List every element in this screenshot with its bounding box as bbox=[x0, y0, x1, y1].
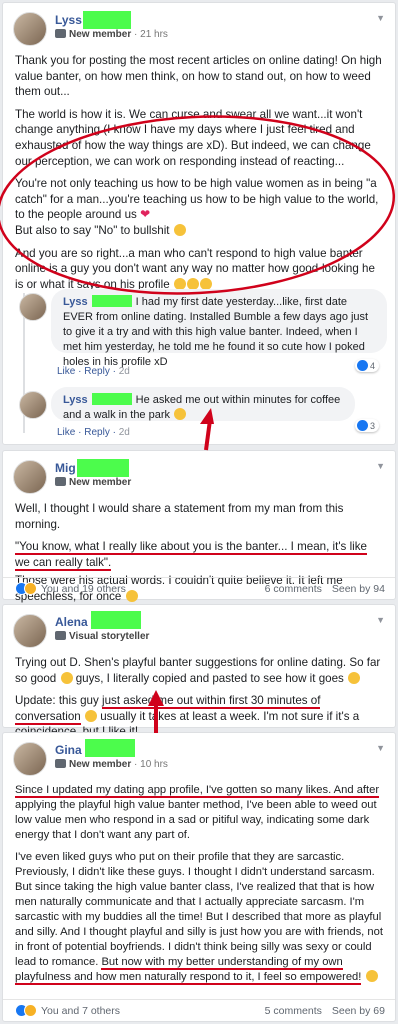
comment-bubble: Lyss I had my first date yesterday...like… bbox=[51, 289, 387, 368]
member-badge-icon bbox=[55, 759, 66, 768]
thinking-emoji-icon bbox=[84, 709, 97, 722]
post-card-alena: Alena Visual storyteller ▼ Trying out D.… bbox=[2, 604, 396, 738]
comment-reactions[interactable]: 3 bbox=[355, 419, 380, 432]
comments-count[interactable]: 5 comments bbox=[265, 1005, 322, 1017]
haha-reaction-icon bbox=[24, 1004, 37, 1017]
avatar[interactable] bbox=[13, 742, 47, 776]
comments-count[interactable]: 6 comments bbox=[265, 583, 322, 595]
comment-actions: Like · Reply · 2d bbox=[57, 366, 130, 377]
post-footer: You and 19 others 6 comments Seen by 94 bbox=[3, 577, 395, 599]
member-badge-icon bbox=[55, 29, 66, 38]
post-header: Gina New member · 10 hrs ▼ bbox=[3, 733, 395, 783]
redaction-box bbox=[91, 393, 132, 405]
seen-count[interactable]: Seen by 69 bbox=[332, 1005, 385, 1017]
post-body: Trying out D. Shen's playful banter sugg… bbox=[15, 656, 381, 738]
author-name[interactable]: Mig bbox=[55, 461, 76, 475]
redaction-box bbox=[85, 739, 135, 757]
visual-storyteller-badge-icon bbox=[55, 631, 66, 640]
haha-reaction-icon bbox=[24, 582, 37, 595]
avatar[interactable] bbox=[13, 460, 47, 494]
author-name[interactable]: Alena bbox=[55, 615, 88, 629]
post-time[interactable]: 21 hrs bbox=[140, 29, 168, 40]
rofl-emoji-icon bbox=[60, 671, 73, 684]
post-card-lyss: Lyss New member · 21 hrs ▼ Thank you for… bbox=[2, 2, 396, 445]
post-stats: 5 comments Seen by 69 bbox=[255, 1005, 385, 1017]
redaction-box bbox=[91, 611, 141, 629]
reaction-summary[interactable]: You and 7 others bbox=[15, 1004, 120, 1017]
chevron-down-icon[interactable]: ▼ bbox=[376, 13, 385, 23]
like-reaction-icon bbox=[357, 420, 368, 431]
laugh-emoji-icon bbox=[186, 277, 199, 290]
comment-bubble: Lyss He asked me out within minutes for c… bbox=[51, 387, 355, 421]
redaction-box bbox=[77, 459, 129, 477]
laugh-emoji-icon bbox=[173, 277, 186, 290]
grin-emoji-icon bbox=[348, 671, 361, 684]
author-name[interactable]: Gina bbox=[55, 743, 82, 757]
author-name[interactable]: Lyss bbox=[55, 13, 82, 27]
reply-link[interactable]: Reply bbox=[84, 366, 110, 377]
post-header: Alena Visual storyteller ▼ bbox=[3, 605, 395, 655]
post-footer: You and 7 others 5 comments Seen by 69 bbox=[3, 999, 395, 1021]
member-role: New member · 21 hrs bbox=[55, 29, 168, 40]
member-role: Visual storyteller bbox=[55, 631, 149, 642]
member-role: New member bbox=[55, 477, 131, 488]
chevron-down-icon[interactable]: ▼ bbox=[376, 615, 385, 625]
reaction-summary[interactable]: You and 19 others bbox=[15, 582, 126, 595]
like-reaction-icon bbox=[357, 360, 368, 371]
chevron-down-icon[interactable]: ▼ bbox=[376, 743, 385, 753]
post-card-gina: Gina New member · 10 hrs ▼ Since I updat… bbox=[2, 732, 396, 1022]
post-body: Since I updated my dating app profile, I… bbox=[15, 784, 383, 985]
post-body: Thank you for posting the most recent ar… bbox=[15, 54, 382, 291]
post-header: Mig New member ▼ bbox=[3, 451, 395, 501]
redaction-box bbox=[91, 295, 132, 307]
member-role: New member · 10 hrs bbox=[55, 759, 168, 770]
post-header: Lyss New member · 21 hrs ▼ bbox=[3, 3, 395, 53]
smile-emoji-icon bbox=[174, 408, 187, 420]
post-card-mig: Mig New member ▼ Well, I thought I would… bbox=[2, 450, 396, 603]
avatar[interactable] bbox=[13, 614, 47, 648]
avatar[interactable] bbox=[19, 391, 47, 419]
chevron-down-icon[interactable]: ▼ bbox=[376, 461, 385, 471]
like-link[interactable]: Like bbox=[57, 427, 75, 438]
heart-emoji-icon: ❤ bbox=[140, 207, 151, 222]
grin-emoji-icon bbox=[365, 970, 378, 982]
avatar[interactable] bbox=[13, 12, 47, 46]
member-badge-icon bbox=[55, 477, 66, 486]
avatar[interactable] bbox=[19, 293, 47, 321]
laugh-emoji-icon bbox=[199, 277, 212, 290]
redaction-box bbox=[83, 11, 131, 29]
post-stats: 6 comments Seen by 94 bbox=[255, 583, 385, 595]
reply-link[interactable]: Reply bbox=[84, 427, 110, 438]
seen-count[interactable]: Seen by 94 bbox=[332, 583, 385, 595]
post-time[interactable]: 10 hrs bbox=[140, 759, 168, 770]
comment-reactions[interactable]: 4 bbox=[355, 359, 380, 372]
grin-emoji-icon bbox=[173, 223, 186, 236]
comment-actions: Like · Reply · 2d bbox=[57, 427, 130, 438]
like-link[interactable]: Like bbox=[57, 366, 75, 377]
